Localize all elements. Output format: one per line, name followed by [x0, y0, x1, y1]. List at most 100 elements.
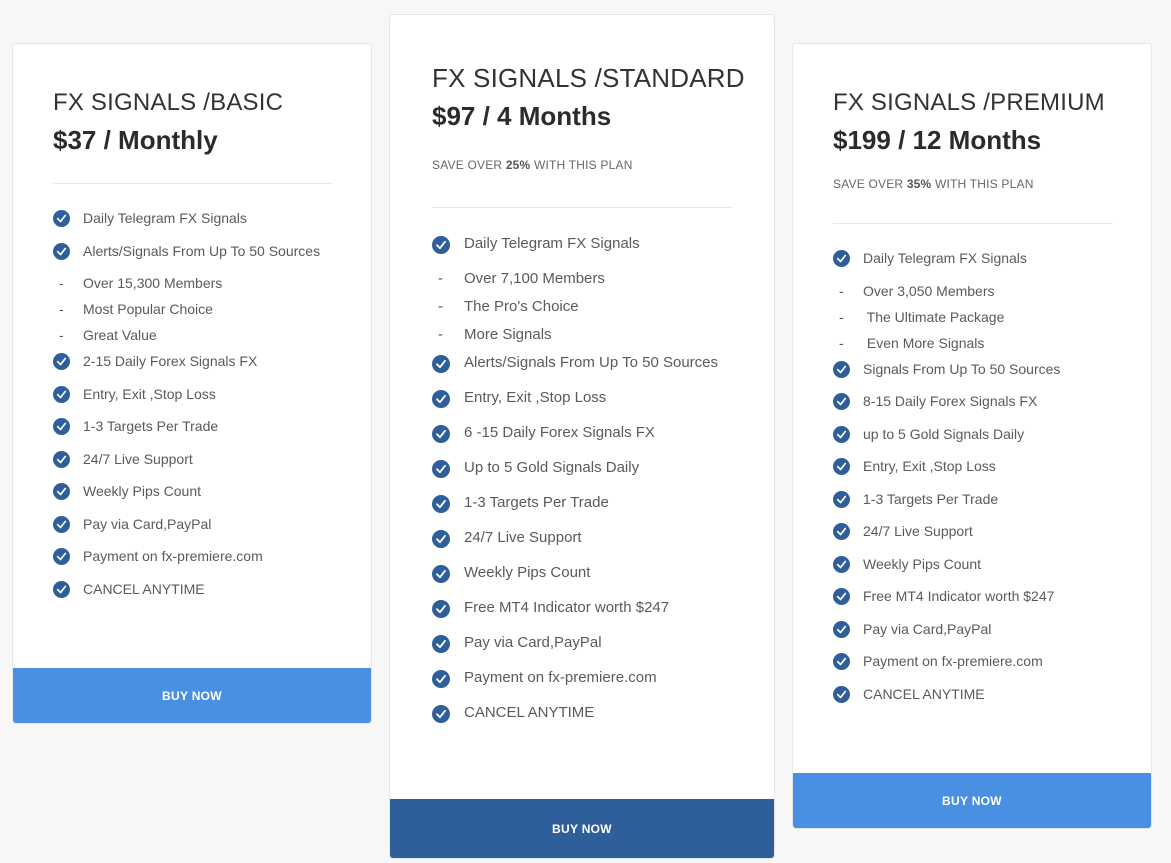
plan-price: $37 / Monthly — [53, 125, 218, 155]
check-circle-icon — [53, 580, 70, 598]
feature-text: Alerts/Signals From Up To 50 Sources — [464, 354, 718, 371]
feature-text: Alerts/Signals From Up To 50 Sources — [83, 242, 321, 259]
check-circle-icon — [53, 450, 70, 468]
feature-text: Over 3,050 Members — [863, 282, 995, 299]
check-circle-icon — [833, 555, 850, 573]
check-circle-icon — [432, 600, 450, 618]
dash-bullet: - — [59, 301, 64, 317]
plan-price: $199 / 12 Months — [833, 125, 1042, 155]
feature-text: CANCEL ANYTIME — [83, 580, 205, 597]
plan-title: FX SIGNALS /BASIC — [53, 89, 284, 116]
savings-suffix: WITH THIS PLAN — [530, 158, 633, 172]
check-circle-icon — [833, 425, 850, 443]
buy-now-button[interactable]: BUY NOW — [793, 773, 1151, 828]
savings-prefix: SAVE OVER — [833, 177, 907, 191]
dash-bullet: - — [59, 327, 64, 343]
check-circle-icon — [53, 210, 70, 227]
check-circle-icon — [53, 353, 70, 370]
feature-text: Daily Telegram FX Signals — [464, 235, 640, 252]
check-circle-icon — [432, 355, 450, 373]
feature-text: 1-3 Targets Per Trade — [464, 494, 609, 511]
feature-text: Over 15,300 Members — [83, 275, 223, 291]
dash-bullet: - — [438, 298, 443, 315]
feature-text: The Pro's Choice — [464, 298, 579, 315]
feature-text: Pay via Card,PayPal — [83, 515, 212, 532]
check-circle-icon — [833, 523, 850, 540]
savings-percent: 25% — [505, 158, 531, 172]
pricing-card-premium: FX SIGNALS /PREMIUM $199 / 12 Months SAV… — [792, 43, 1152, 829]
feature-text: Payment on fx-premiere.com — [83, 548, 263, 564]
check-circle-icon — [833, 250, 850, 267]
savings-note: SAVE OVER 25% WITH THIS PLAN — [432, 158, 633, 172]
check-circle-icon — [53, 418, 70, 435]
feature-text: 2-15 Daily Forex Signals FX — [83, 353, 258, 369]
pricing-card-basic: FX SIGNALS /BASIC $37 / Monthly Daily Te… — [12, 43, 372, 724]
feature-text: Payment on fx-premiere.com — [464, 669, 657, 686]
feature-text: Pay via Card,PayPal — [863, 620, 992, 637]
check-circle-icon — [833, 490, 850, 508]
feature-text: Free MT4 Indicator worth $247 — [464, 599, 670, 616]
check-circle-icon — [432, 460, 450, 478]
savings-prefix: SAVE OVER — [432, 158, 506, 172]
feature-text: Entry, Exit ,Stop Loss — [83, 385, 216, 402]
feature-text: Daily Telegram FX Signals — [83, 210, 247, 226]
check-circle-icon — [432, 530, 450, 548]
feature-text: The Ultimate Package — [863, 308, 1005, 325]
check-circle-icon — [833, 588, 850, 605]
feature-text: Pay via Card,PayPal — [464, 634, 602, 651]
check-circle-icon — [432, 670, 450, 688]
check-circle-icon — [432, 425, 450, 443]
check-circle-icon — [833, 620, 850, 638]
check-circle-icon — [833, 393, 850, 410]
feature-text: 1-3 Targets Per Trade — [83, 418, 219, 434]
feature-text: 24/7 Live Support — [863, 523, 973, 539]
feature-text: Entry, Exit ,Stop Loss — [863, 458, 996, 474]
feature-text: Great Value — [83, 327, 157, 343]
check-circle-icon — [53, 483, 70, 500]
check-circle-icon — [432, 705, 450, 723]
feature-text: CANCEL ANYTIME — [464, 704, 595, 721]
feature-text: 8-15 Daily Forex Signals FX — [863, 393, 1038, 409]
buy-now-button[interactable]: BUY NOW — [390, 799, 774, 858]
check-circle-icon — [833, 458, 850, 475]
divider — [53, 183, 333, 184]
check-circle-icon — [53, 385, 70, 403]
savings-suffix: WITH THIS PLAN — [931, 177, 1034, 191]
check-circle-icon — [833, 685, 850, 703]
feature-text: 6 -15 Daily Forex Signals FX — [464, 424, 655, 441]
dash-bullet: - — [839, 282, 844, 299]
feature-text: Most Popular Choice — [83, 301, 213, 317]
feature-text: CANCEL ANYTIME — [863, 685, 985, 702]
plan-title: FX SIGNALS /PREMIUM — [833, 89, 1105, 116]
feature-text: up to 5 Gold Signals Daily — [863, 425, 1025, 442]
check-circle-icon — [53, 515, 70, 533]
feature-text: Even More Signals — [863, 334, 985, 351]
check-circle-icon — [53, 548, 70, 565]
feature-text: Over 7,100 Members — [464, 270, 605, 287]
dash-bullet: - — [438, 326, 443, 343]
savings-percent: 35% — [906, 177, 932, 191]
buy-now-button[interactable]: BUY NOW — [13, 668, 371, 723]
check-circle-icon — [432, 635, 450, 653]
dash-bullet: - — [839, 334, 844, 351]
feature-text: Up to 5 Gold Signals Daily — [464, 459, 640, 476]
feature-text: Daily Telegram FX Signals — [863, 250, 1027, 266]
savings-note: SAVE OVER 35% WITH THIS PLAN — [833, 177, 1034, 191]
plan-price: $97 / 4 Months — [432, 101, 612, 131]
dash-bullet: - — [839, 308, 844, 325]
feature-text: Signals From Up To 50 Sources — [863, 360, 1061, 377]
feature-text: 24/7 Live Support — [83, 450, 193, 467]
pricing-card-standard: FX SIGNALS /STANDARD $97 / 4 Months SAVE… — [389, 14, 775, 859]
feature-text: 1-3 Targets Per Trade — [863, 490, 999, 507]
feature-text: Entry, Exit ,Stop Loss — [464, 389, 607, 406]
feature-text: Weekly Pips Count — [464, 564, 591, 581]
check-circle-icon — [53, 242, 70, 260]
check-circle-icon — [432, 390, 450, 408]
check-circle-icon — [833, 360, 850, 378]
feature-text: Payment on fx-premiere.com — [863, 653, 1043, 669]
feature-text: 24/7 Live Support — [464, 529, 582, 546]
dash-bullet: - — [438, 270, 443, 287]
feature-text: More Signals — [464, 326, 552, 343]
feature-text: Weekly Pips Count — [83, 483, 202, 499]
divider — [432, 207, 733, 208]
